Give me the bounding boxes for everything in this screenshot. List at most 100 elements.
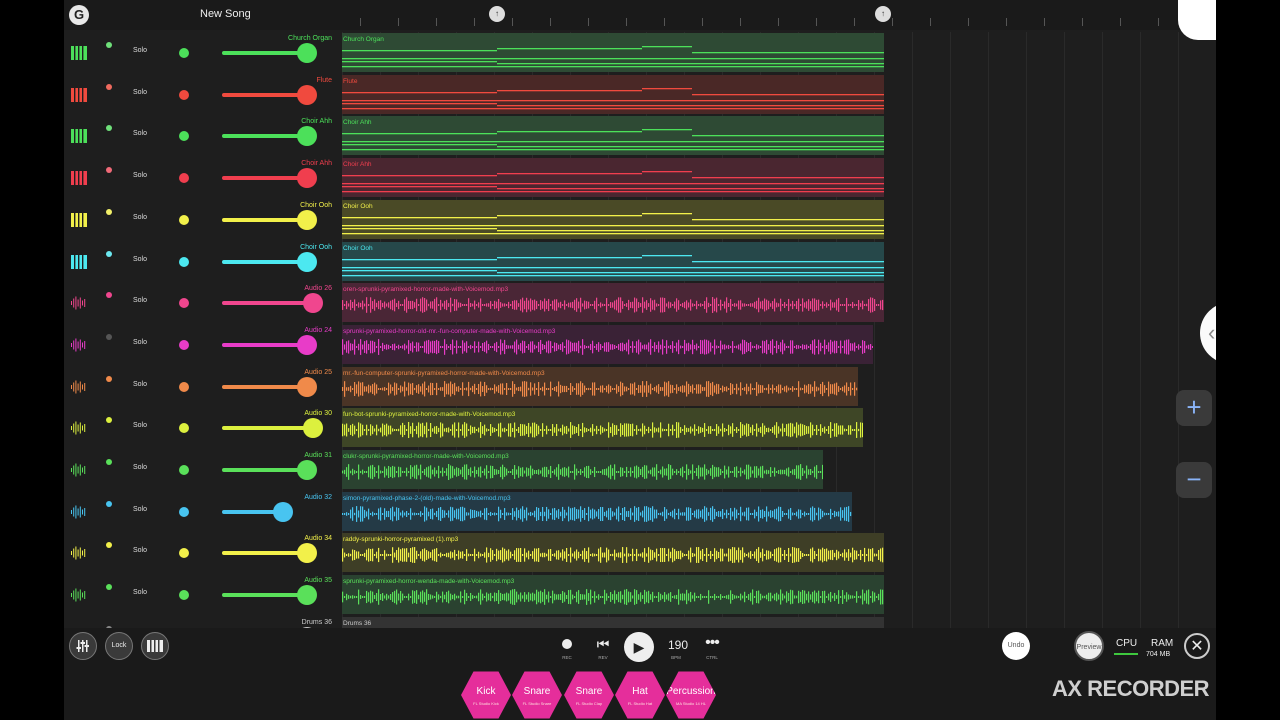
mute-toggle[interactable] xyxy=(106,42,112,48)
volume-slider[interactable] xyxy=(222,384,303,389)
volume-knob[interactable] xyxy=(297,84,317,105)
track-clip[interactable]: oren-sprunki-pyramixed-horror-made-with-… xyxy=(342,283,884,323)
play-button[interactable]: ▶ xyxy=(624,632,654,662)
track-color-dot[interactable] xyxy=(179,256,189,267)
volume-knob[interactable] xyxy=(297,251,317,272)
track-clip[interactable]: fun-bot-sprunki-pyramixed-horror-made-wi… xyxy=(342,408,863,448)
record-button[interactable] xyxy=(560,638,574,652)
solo-button[interactable]: Solo xyxy=(133,464,147,471)
mute-toggle[interactable] xyxy=(106,83,112,90)
track-color-dot[interactable] xyxy=(179,423,189,434)
drum-pad[interactable]: Percussion MA Studio 14 HL xyxy=(666,671,716,719)
volume-knob[interactable] xyxy=(297,168,317,189)
solo-button[interactable]: Solo xyxy=(133,339,147,346)
waveform-icon[interactable] xyxy=(71,546,87,560)
volume-knob[interactable] xyxy=(297,126,317,147)
solo-button[interactable]: Solo xyxy=(133,172,147,179)
waveform-icon[interactable] xyxy=(71,338,87,352)
piano-icon[interactable] xyxy=(71,87,87,102)
piano-icon[interactable] xyxy=(71,212,87,227)
song-title[interactable]: New Song xyxy=(200,8,251,20)
drum-pad[interactable]: Kick FL Studio Kick xyxy=(461,671,511,719)
track-clip[interactable]: sprunki-pyramixed-horror-wenda-made-with… xyxy=(342,575,884,615)
solo-button[interactable]: Solo xyxy=(133,256,147,263)
volume-slider[interactable] xyxy=(222,217,303,222)
mute-toggle[interactable] xyxy=(106,167,112,174)
rewind-button[interactable]: ⏮ xyxy=(594,636,612,652)
close-button[interactable]: ✕ xyxy=(1184,633,1210,659)
volume-slider[interactable] xyxy=(222,342,303,347)
volume-knob[interactable] xyxy=(297,43,317,63)
track-clip[interactable]: Choir Ooh xyxy=(342,199,884,239)
solo-button[interactable]: Solo xyxy=(133,297,147,304)
zoom-in-button[interactable]: + xyxy=(1176,390,1212,426)
mute-toggle[interactable] xyxy=(106,542,112,549)
mute-toggle[interactable] xyxy=(106,500,112,507)
preview-button[interactable]: Preview xyxy=(1074,631,1104,661)
bpm-value[interactable]: 190 xyxy=(668,638,688,652)
mute-toggle[interactable] xyxy=(106,333,112,340)
volume-slider[interactable] xyxy=(222,301,309,306)
track-clip[interactable]: Church Organ xyxy=(342,33,884,72)
volume-knob[interactable] xyxy=(303,293,323,314)
solo-button[interactable]: Solo xyxy=(133,547,147,554)
track-color-dot[interactable] xyxy=(179,89,189,100)
keyboard-button[interactable] xyxy=(141,632,169,660)
volume-slider[interactable] xyxy=(222,509,279,514)
volume-slider[interactable] xyxy=(222,551,303,556)
volume-knob[interactable] xyxy=(273,501,293,522)
track-color-dot[interactable] xyxy=(179,131,189,142)
zoom-out-button[interactable]: − xyxy=(1176,462,1212,498)
solo-button[interactable]: Solo xyxy=(133,47,147,54)
mixer-button[interactable] xyxy=(69,632,97,660)
track-clip[interactable]: Choir Ahh xyxy=(342,158,884,198)
mute-toggle[interactable] xyxy=(106,459,112,465)
piano-icon[interactable] xyxy=(71,46,87,60)
undo-button[interactable]: Undo xyxy=(1002,632,1030,660)
volume-slider[interactable] xyxy=(222,176,303,181)
track-color-dot[interactable] xyxy=(179,173,189,184)
waveform-icon[interactable] xyxy=(71,463,87,477)
volume-slider[interactable] xyxy=(222,468,303,472)
track-clip[interactable]: sprunki-pyramixed-horror-old-mr.-fun-com… xyxy=(342,324,873,364)
waveform-icon[interactable] xyxy=(71,421,87,435)
mute-toggle[interactable] xyxy=(106,125,112,132)
volume-slider[interactable] xyxy=(222,426,309,431)
volume-slider[interactable] xyxy=(222,259,303,264)
track-clip[interactable]: raddy-sprunki-horror-pyramixed (1).mp3 xyxy=(342,533,884,573)
solo-button[interactable]: Solo xyxy=(133,589,147,596)
volume-knob[interactable] xyxy=(297,585,317,606)
track-color-dot[interactable] xyxy=(179,506,189,517)
mute-toggle[interactable] xyxy=(106,417,112,424)
volume-knob[interactable] xyxy=(297,334,317,355)
app-logo-icon[interactable]: G xyxy=(69,5,89,25)
solo-button[interactable]: Solo xyxy=(133,422,147,429)
track-clip[interactable]: clukr-sprunki-pyramixed-horror-made-with… xyxy=(342,450,823,489)
mute-toggle[interactable] xyxy=(106,292,112,299)
volume-knob[interactable] xyxy=(297,460,317,480)
solo-button[interactable]: Solo xyxy=(133,89,147,96)
waveform-icon[interactable] xyxy=(71,505,87,519)
track-clip[interactable]: Choir Ahh xyxy=(342,116,884,156)
loop-marker[interactable]: ↑ xyxy=(875,6,891,22)
drum-pad[interactable]: Hat FL Studio Hat xyxy=(615,671,665,719)
solo-button[interactable]: Solo xyxy=(133,214,147,221)
mute-toggle[interactable] xyxy=(106,250,112,257)
track-color-dot[interactable] xyxy=(179,48,189,58)
waveform-icon[interactable] xyxy=(71,588,87,602)
solo-button[interactable]: Solo xyxy=(133,130,147,137)
piano-icon[interactable] xyxy=(71,254,87,269)
track-clip[interactable]: Flute xyxy=(342,74,884,114)
track-color-dot[interactable] xyxy=(179,214,189,225)
volume-knob[interactable] xyxy=(297,376,317,397)
solo-button[interactable]: Solo xyxy=(133,506,147,513)
track-clip[interactable]: simon-pyramixed-phase-2-(old)-made-with-… xyxy=(342,491,852,531)
volume-slider[interactable] xyxy=(222,92,303,97)
drum-pad[interactable]: Snare FL Studio Clap xyxy=(564,671,614,719)
timeline-ruler[interactable]: ↑ ↑ xyxy=(342,0,1216,30)
track-color-dot[interactable] xyxy=(179,298,189,309)
track-clip[interactable]: mr.-fun-computer-sprunki-pyramixed-horro… xyxy=(342,366,858,406)
volume-knob[interactable] xyxy=(297,209,317,230)
piano-icon[interactable] xyxy=(71,171,87,186)
mute-toggle[interactable] xyxy=(106,584,112,591)
